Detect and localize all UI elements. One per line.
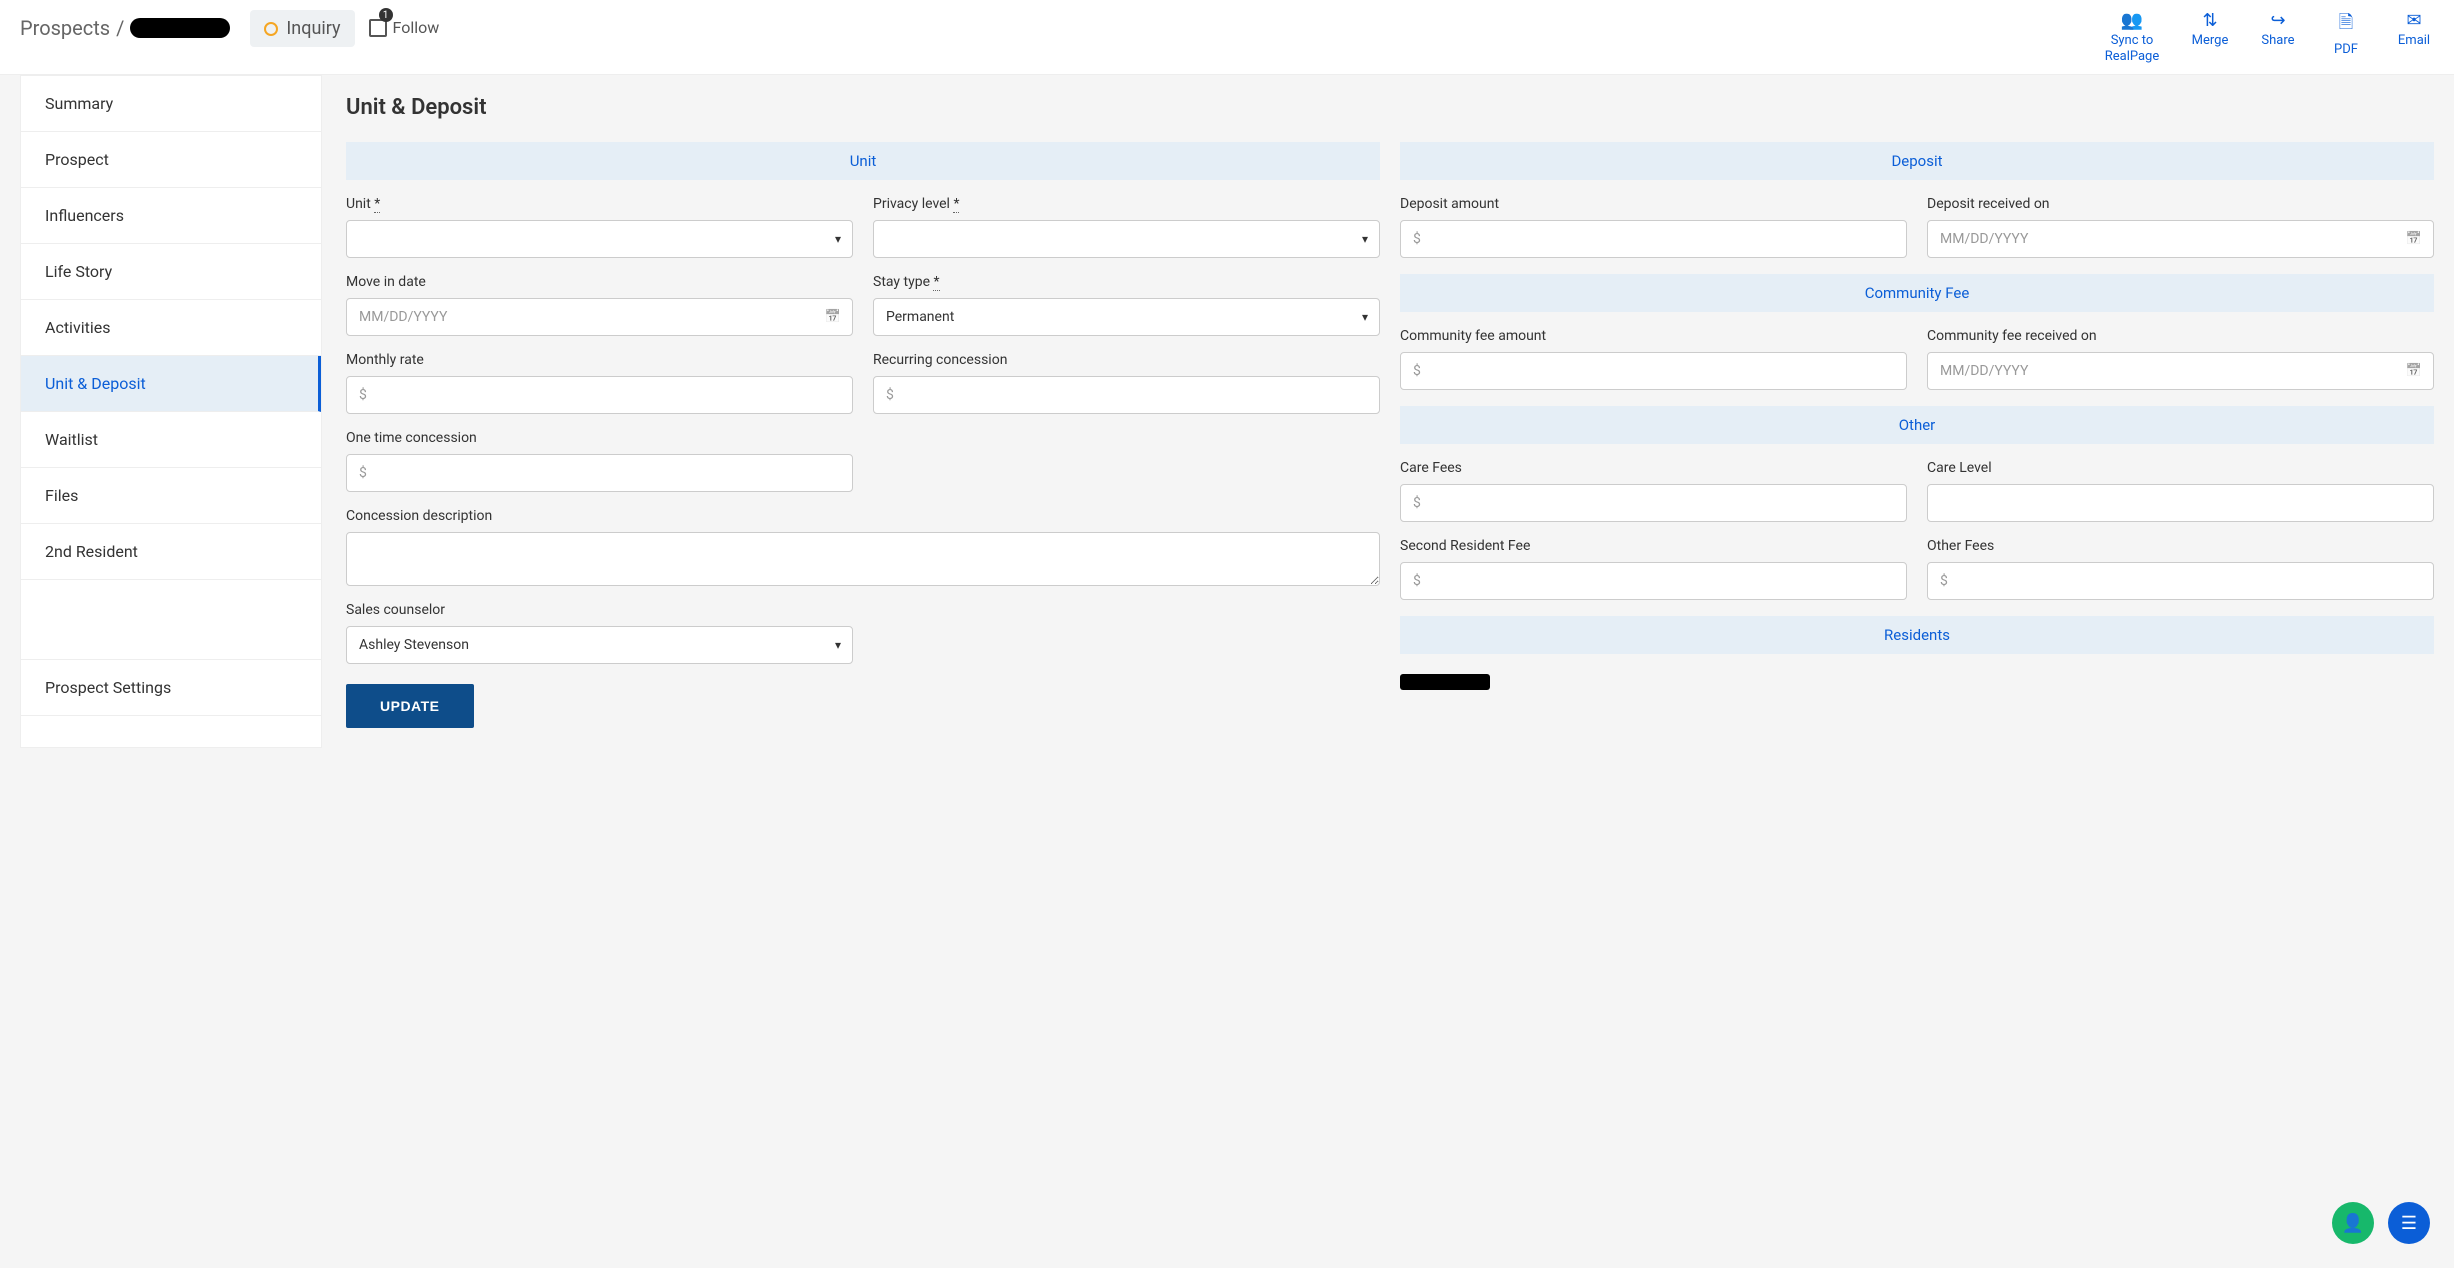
update-button[interactable]: UPDATE [346,684,474,728]
breadcrumb-current [130,18,230,38]
email-icon: ✉ [2406,10,2421,31]
label-deposit-received-on: Deposit received on [1927,196,2434,212]
label-recurring-concession: Recurring concession [873,352,1380,368]
sidebar-spacer [21,580,321,660]
label-care-level: Care Level [1927,460,2434,476]
pdf-label: PDF [2334,42,2358,57]
sync-icon: 👥 [2121,10,2143,31]
section-header-deposit: Deposit [1400,142,2434,180]
sidebar-item-files[interactable]: Files [21,468,321,524]
status-label: Inquiry [286,18,340,39]
sidebar-item-prospect[interactable]: Prospect [21,132,321,188]
care-level-input[interactable] [1927,484,2434,522]
share-label: Share [2261,33,2294,48]
status-badge[interactable]: Inquiry [250,10,354,47]
recurring-concession-input[interactable] [873,376,1380,414]
sidebar-item-influencers[interactable]: Influencers [21,188,321,244]
list-icon: ☰ [2401,1213,2417,1234]
add-person-fab[interactable]: 👤 [2332,1202,2374,1244]
section-header-unit: Unit [346,142,1380,180]
page-title: Unit & Deposit [346,95,2434,120]
label-stay-type: Stay type * [873,274,1380,290]
email-button[interactable]: ✉ Email [2394,10,2434,64]
one-time-concession-input[interactable] [346,454,853,492]
label-second-resident-fee: Second Resident Fee [1400,538,1907,554]
share-icon: ↪ [2270,10,2285,31]
privacy-level-select[interactable] [873,220,1380,258]
label-concession-description: Concession description [346,508,1380,524]
sidebar-item-unit-deposit[interactable]: Unit & Deposit [21,356,321,412]
person-plus-icon: 👤 [2342,1213,2364,1234]
sidebar-item-prospect-settings[interactable]: Prospect Settings [21,660,321,716]
label-community-fee-amount: Community fee amount [1400,328,1907,344]
deposit-received-on-input[interactable] [1927,220,2434,258]
sync-realpage-button[interactable]: 👥 Sync to RealPage [2102,10,2162,64]
label-deposit-amount: Deposit amount [1400,196,1907,212]
status-dot-icon [264,22,278,36]
care-fees-input[interactable] [1400,484,1907,522]
sidebar-item-2nd-resident[interactable]: 2nd Resident [21,524,321,580]
breadcrumb-root[interactable]: Prospects [20,16,110,40]
move-in-date-input[interactable] [346,298,853,336]
label-one-time-concession: One time concession [346,430,853,446]
breadcrumb-sep: / [116,16,124,40]
label-move-in-date: Move in date [346,274,853,290]
section-header-residents: Residents [1400,616,2434,654]
label-sales-counselor: Sales counselor [346,602,853,618]
label-unit: Unit * [346,196,853,212]
label-community-fee-received-on: Community fee received on [1927,328,2434,344]
sidebar-item-summary[interactable]: Summary [21,76,321,132]
label-monthly-rate: Monthly rate [346,352,853,368]
sidebar: Summary Prospect Influencers Life Story … [20,75,322,748]
label-care-fees: Care Fees [1400,460,1907,476]
concession-description-input[interactable] [346,532,1380,586]
section-header-community-fee: Community Fee [1400,274,2434,312]
pdf-icon: 🗎 [2339,10,2353,40]
sidebar-item-life-story[interactable]: Life Story [21,244,321,300]
sync-label: Sync to RealPage [2102,33,2162,64]
merge-icon: ⇅ [2202,10,2217,31]
follow-label: Follow [393,18,440,37]
resident-link[interactable] [1400,674,1490,690]
breadcrumb: Prospects / [20,16,230,40]
stay-type-select[interactable]: Permanent [873,298,1380,336]
unit-select[interactable] [346,220,853,258]
merge-button[interactable]: ⇅ Merge [2190,10,2230,64]
pdf-button[interactable]: 🗎 PDF [2326,10,2366,64]
follow-button[interactable]: 1 Follow [369,10,440,37]
label-other-fees: Other Fees [1927,538,2434,554]
section-header-other: Other [1400,406,2434,444]
other-fees-input[interactable] [1927,562,2434,600]
follow-count: 1 [379,8,393,22]
email-label: Email [2398,33,2430,48]
community-fee-amount-input[interactable] [1400,352,1907,390]
second-resident-fee-input[interactable] [1400,562,1907,600]
sidebar-item-waitlist[interactable]: Waitlist [21,412,321,468]
deposit-amount-input[interactable] [1400,220,1907,258]
merge-label: Merge [2192,33,2229,48]
label-privacy-level: Privacy level * [873,196,1380,212]
task-list-fab[interactable]: ☰ [2388,1202,2430,1244]
community-fee-received-on-input[interactable] [1927,352,2434,390]
monthly-rate-input[interactable] [346,376,853,414]
share-button[interactable]: ↪ Share [2258,10,2298,64]
sidebar-item-activities[interactable]: Activities [21,300,321,356]
sales-counselor-select[interactable]: Ashley Stevenson [346,626,853,664]
